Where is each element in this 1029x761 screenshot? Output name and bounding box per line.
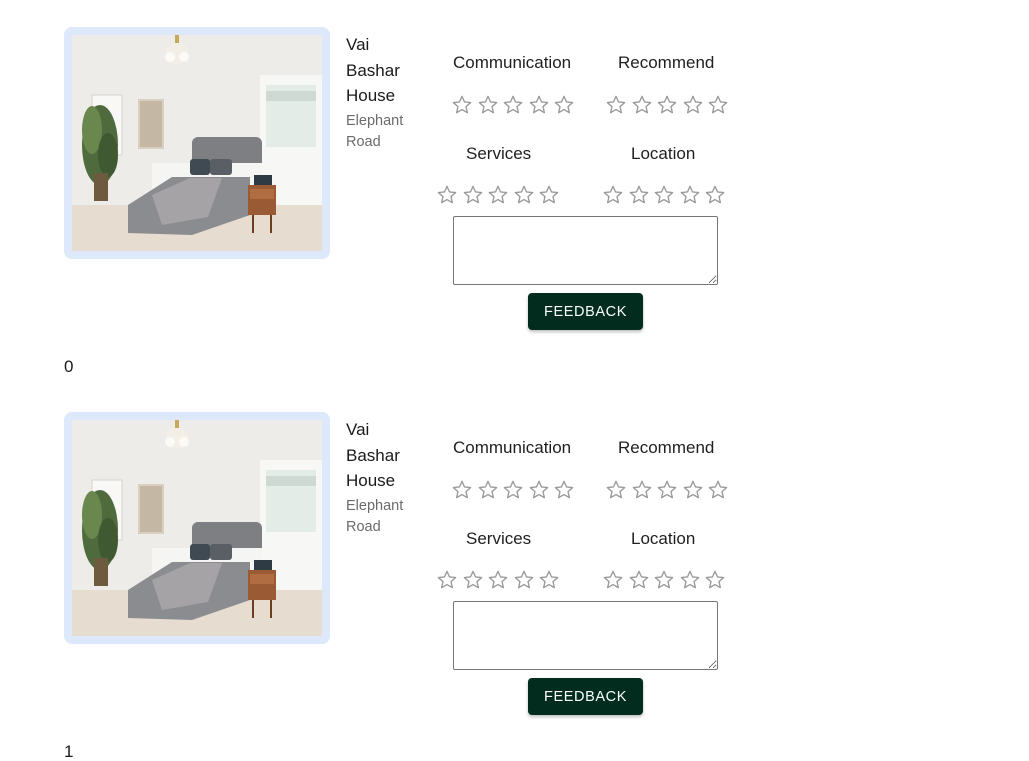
- star-icon[interactable]: [477, 94, 499, 116]
- star-icon[interactable]: [502, 94, 524, 116]
- feedback-textarea[interactable]: [453, 216, 718, 285]
- feedback-button[interactable]: FEEDBACK: [528, 678, 643, 715]
- bedroom-photo: [72, 420, 322, 636]
- star-icon[interactable]: [538, 569, 560, 591]
- star-icon[interactable]: [602, 184, 624, 206]
- star-icon[interactable]: [513, 184, 535, 206]
- photo-frame: [64, 412, 330, 644]
- star-icon[interactable]: [553, 479, 575, 501]
- star-icon[interactable]: [462, 184, 484, 206]
- rating-label-location: Location: [631, 529, 696, 548]
- star-rating-recommend[interactable]: [605, 479, 729, 501]
- listing-info: Vai Bashar House Elephant Road: [346, 417, 426, 538]
- star-icon[interactable]: [462, 569, 484, 591]
- star-icon[interactable]: [605, 479, 627, 501]
- rating-label-services: Services: [466, 529, 532, 548]
- star-rating-services[interactable]: [436, 569, 560, 591]
- star-icon[interactable]: [707, 479, 729, 501]
- star-icon[interactable]: [502, 479, 524, 501]
- star-icon[interactable]: [451, 479, 473, 501]
- star-icon[interactable]: [704, 184, 726, 206]
- star-rating-communication[interactable]: [451, 94, 575, 116]
- star-icon[interactable]: [631, 94, 653, 116]
- star-icon[interactable]: [628, 569, 650, 591]
- star-icon[interactable]: [682, 479, 704, 501]
- star-icon[interactable]: [653, 184, 675, 206]
- house-name: Vai Bashar House: [346, 420, 400, 490]
- rating-label-communication: Communication: [453, 53, 572, 72]
- rating-label-communication: Communication: [453, 438, 572, 457]
- star-icon[interactable]: [451, 94, 473, 116]
- listing-index: 0: [64, 357, 74, 376]
- star-icon[interactable]: [602, 569, 624, 591]
- rating-label-recommend: Recommend: [618, 53, 715, 72]
- star-icon[interactable]: [436, 569, 458, 591]
- house-location: Elephant Road: [346, 112, 404, 150]
- star-icon[interactable]: [679, 569, 701, 591]
- star-rating-location[interactable]: [602, 569, 726, 591]
- listing-review-page: Vai Bashar House Elephant Road Communica…: [0, 0, 1029, 761]
- star-icon[interactable]: [528, 479, 550, 501]
- star-icon[interactable]: [487, 569, 509, 591]
- listing-card: Vai Bashar House Elephant Road Communica…: [64, 27, 784, 347]
- rating-label-location: Location: [631, 144, 696, 163]
- star-icon[interactable]: [656, 479, 678, 501]
- star-icon[interactable]: [628, 184, 650, 206]
- star-icon[interactable]: [707, 94, 729, 116]
- photo-frame: [64, 27, 330, 259]
- star-icon[interactable]: [605, 94, 627, 116]
- star-rating-services[interactable]: [436, 184, 560, 206]
- rating-label-services: Services: [466, 144, 532, 163]
- star-icon[interactable]: [553, 94, 575, 116]
- listing-info: Vai Bashar House Elephant Road: [346, 32, 426, 153]
- star-icon[interactable]: [538, 184, 560, 206]
- bedroom-photo: [72, 35, 322, 251]
- star-icon[interactable]: [653, 569, 675, 591]
- star-rating-location[interactable]: [602, 184, 726, 206]
- house-location: Elephant Road: [346, 497, 404, 535]
- star-icon[interactable]: [679, 184, 701, 206]
- star-icon[interactable]: [528, 94, 550, 116]
- star-icon[interactable]: [682, 94, 704, 116]
- star-rating-recommend[interactable]: [605, 94, 729, 116]
- star-rating-communication[interactable]: [451, 479, 575, 501]
- house-name: Vai Bashar House: [346, 35, 400, 105]
- star-icon[interactable]: [477, 479, 499, 501]
- star-icon[interactable]: [704, 569, 726, 591]
- star-icon[interactable]: [656, 94, 678, 116]
- rating-label-recommend: Recommend: [618, 438, 715, 457]
- star-icon[interactable]: [513, 569, 535, 591]
- star-icon[interactable]: [631, 479, 653, 501]
- feedback-button[interactable]: FEEDBACK: [528, 293, 643, 330]
- star-icon[interactable]: [436, 184, 458, 206]
- star-icon[interactable]: [487, 184, 509, 206]
- feedback-textarea[interactable]: [453, 601, 718, 670]
- listing-card: Vai Bashar House Elephant Road Communica…: [64, 412, 784, 732]
- listing-index: 1: [64, 742, 74, 761]
